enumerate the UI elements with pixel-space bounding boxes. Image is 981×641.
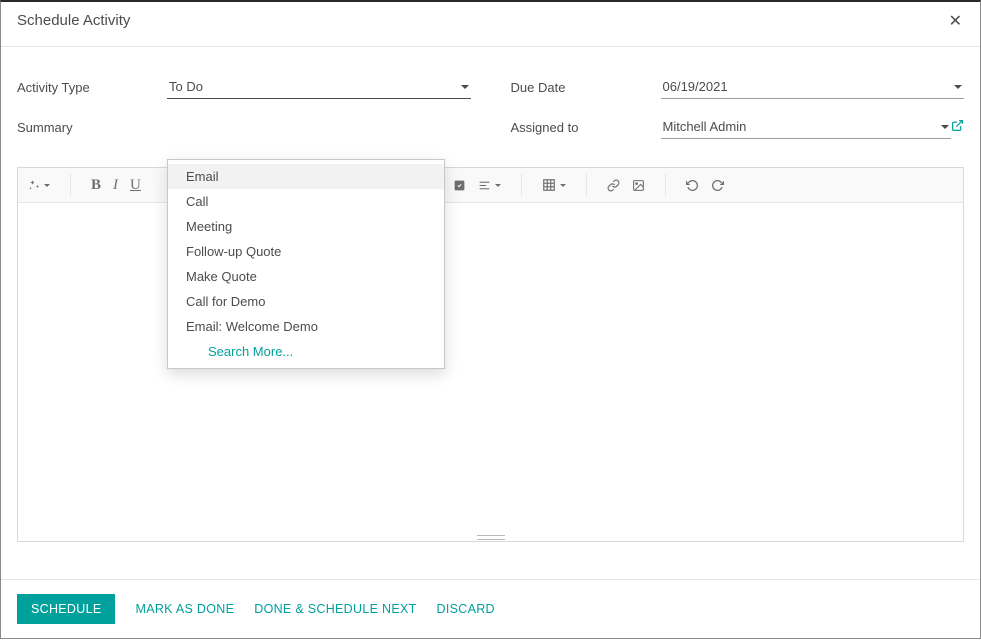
activity-type-dropdown[interactable]: Email Call Meeting Follow-up Quote Make … [167,159,445,369]
dialog-footer: SCHEDULE MARK AS DONE DONE & SCHEDULE NE… [1,579,980,638]
resize-handle[interactable] [18,533,963,541]
activity-type-group: Activity Type [17,75,471,99]
form-row-1: Activity Type Due Date [17,75,964,99]
editor-toolbar: B I U [18,168,963,203]
mark-as-done-button[interactable]: MARK AS DONE [135,602,234,616]
dropdown-item-make-quote[interactable]: Make Quote [168,264,444,289]
dropdown-item-email[interactable]: Email [168,164,444,189]
underline-icon[interactable]: U [130,177,141,194]
rich-text-editor: B I U [17,167,964,542]
undo-icon[interactable] [686,179,699,192]
chevron-down-icon[interactable] [954,85,962,89]
chevron-down-icon[interactable] [941,125,949,129]
due-date-control[interactable] [661,75,965,99]
due-date-input[interactable] [661,75,965,99]
external-link-icon[interactable] [951,119,964,135]
schedule-activity-dialog: Schedule Activity ✕ Activity Type Due Da… [0,0,981,639]
dropdown-item-followup[interactable]: Follow-up Quote [168,239,444,264]
summary-label: Summary [17,120,167,135]
assigned-to-label: Assigned to [511,120,661,135]
table-icon[interactable] [542,178,566,192]
form-row-2: Summary Assigned to [17,115,964,139]
activity-type-input[interactable] [167,75,471,99]
due-date-group: Due Date [511,75,965,99]
dialog-title: Schedule Activity [17,12,130,29]
align-icon[interactable] [478,179,501,192]
dropdown-item-email-welcome[interactable]: Email: Welcome Demo [168,314,444,339]
due-date-label: Due Date [511,80,661,95]
editor-body[interactable] [18,203,963,533]
italic-icon[interactable]: I [113,177,118,194]
bold-icon[interactable]: B [91,177,101,194]
activity-type-label: Activity Type [17,80,167,95]
assigned-to-control[interactable] [661,115,952,139]
summary-group: Summary [17,115,471,139]
dropdown-item-call[interactable]: Call [168,189,444,214]
dialog-body: Activity Type Due Date Summary [1,47,980,579]
chevron-down-icon[interactable] [461,85,469,89]
dropdown-search-more[interactable]: Search More... [168,339,444,364]
close-icon[interactable]: ✕ [947,12,964,32]
discard-button[interactable]: DISCARD [437,602,495,616]
assigned-to-input[interactable] [661,115,952,139]
dropdown-item-meeting[interactable]: Meeting [168,214,444,239]
assigned-to-group: Assigned to [511,115,965,139]
magic-icon[interactable] [28,179,50,191]
link-icon[interactable] [607,179,620,192]
activity-type-control[interactable] [167,75,471,99]
done-schedule-next-button[interactable]: DONE & SCHEDULE NEXT [254,602,416,616]
dialog-header: Schedule Activity ✕ [1,2,980,47]
dropdown-item-call-demo[interactable]: Call for Demo [168,289,444,314]
schedule-button[interactable]: SCHEDULE [17,594,115,624]
image-icon[interactable] [632,179,645,192]
checklist-icon[interactable] [453,179,466,192]
redo-icon[interactable] [711,179,724,192]
